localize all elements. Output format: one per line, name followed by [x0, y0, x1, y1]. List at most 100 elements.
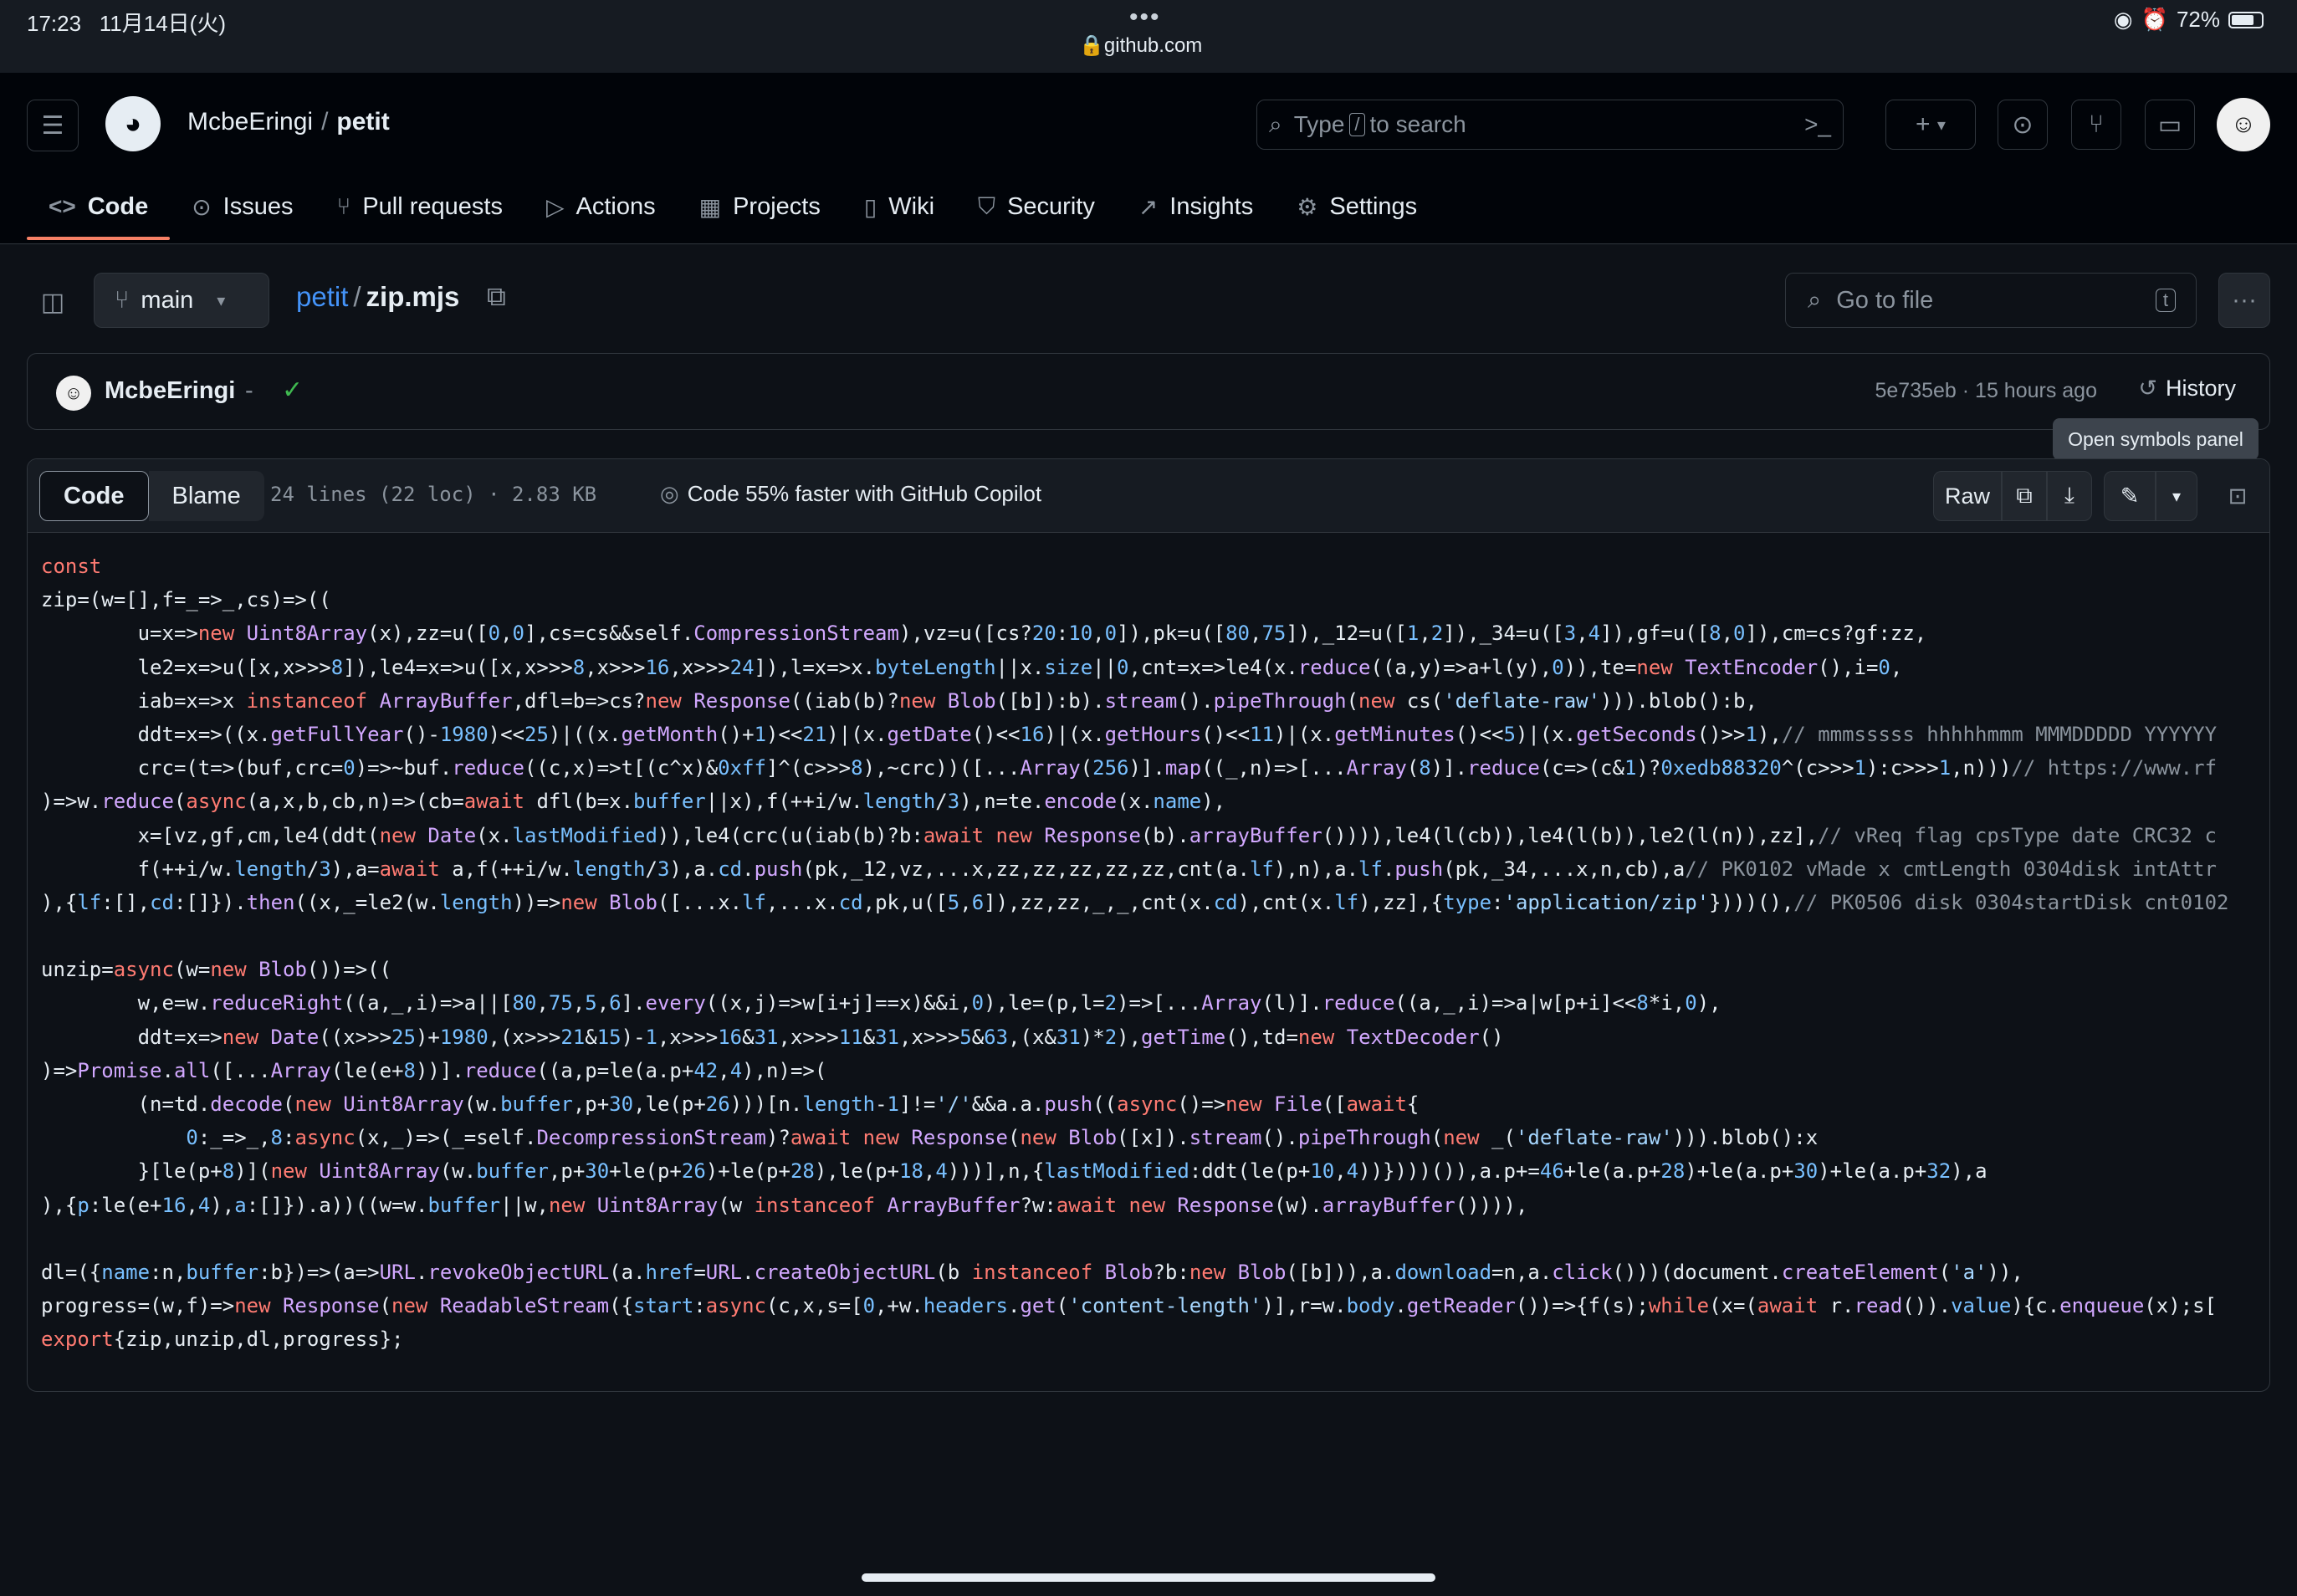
symbols-panel-button[interactable]: ⊡	[2214, 471, 2261, 521]
code-token: Date	[427, 823, 477, 847]
copilot-promo-link[interactable]: ◎ Code 55% faster with GitHub Copilot	[660, 481, 1041, 507]
tab-pull-requests[interactable]: ⑂ Pull requests	[315, 173, 524, 240]
history-icon: ↺	[2138, 376, 2157, 401]
issues-button[interactable]: ⊙	[1998, 100, 2048, 150]
code-token: )))],n,{	[947, 1159, 1045, 1184]
inbox-button[interactable]: ▭	[2145, 100, 2195, 150]
code-token: a	[234, 1193, 247, 1217]
tab-wiki[interactable]: ▯ Wiki	[842, 173, 956, 240]
code-token: 4	[935, 1159, 948, 1184]
code-token: ,	[1334, 1159, 1347, 1184]
raw-button[interactable]: Raw	[1933, 471, 2002, 521]
branch-selector[interactable]: ⑂ main ▾	[94, 273, 269, 328]
code-token: ,dfl=b=>cs?	[512, 688, 646, 713]
code-token: stream	[1104, 688, 1178, 713]
create-new-button[interactable]: + ▾	[1885, 100, 1976, 150]
repo-link[interactable]: petit	[336, 108, 389, 136]
commit-hash-time[interactable]: 5e735eb · 15 hours ago	[1875, 379, 2098, 403]
tab-security[interactable]: ⛉ Security	[956, 173, 1117, 240]
code-token: .	[1382, 857, 1395, 881]
code-token: 1	[754, 722, 767, 746]
code-token: 25	[391, 1025, 416, 1049]
code-token: body	[1346, 1294, 1395, 1318]
code-token: (w.	[463, 1092, 501, 1116]
code-token: ),	[210, 1193, 235, 1217]
code-token: // PK0102 vMade x cmtLength 0304disk int…	[1685, 857, 2217, 881]
global-search-input[interactable]: ⌕ Type / to search >_	[1256, 100, 1844, 150]
code-token: 10	[1310, 1159, 1335, 1184]
blame-view-button[interactable]: Blame	[148, 471, 264, 521]
code-token: ))].	[415, 1058, 464, 1082]
code-token: async	[1117, 1092, 1178, 1116]
hamburger-menu-button[interactable]: ☰	[27, 100, 79, 151]
commit-author-avatar[interactable]: ☺	[56, 376, 91, 411]
code-token: :ddt(le(p+	[1189, 1159, 1311, 1184]
tab-insights[interactable]: ↗ Insights	[1117, 173, 1275, 240]
code-token: getReader	[1406, 1294, 1516, 1318]
code-token: (l)].	[1261, 991, 1322, 1015]
check-icon[interactable]: ✓	[282, 376, 303, 405]
command-palette-icon[interactable]: >_	[1804, 111, 1831, 138]
expand-file-tree-button[interactable]: ◫	[27, 276, 79, 328]
code-token: 8	[1419, 756, 1431, 780]
code-token: ]),pk=u([	[1117, 622, 1226, 646]
owner-link[interactable]: McbeEringi	[187, 108, 313, 136]
copy-icon: ⧉	[2016, 483, 2033, 508]
code-line: dl=({name:n,buffer:b})=>(a=>URL.revokeOb…	[41, 1256, 2228, 1289]
code-token: ddt=x=>	[41, 1025, 223, 1049]
code-token: ),a	[1951, 1159, 1987, 1184]
code-token: )|(x.	[826, 722, 888, 746]
go-to-file-placeholder: Go to file	[1836, 286, 1934, 314]
tab-settings[interactable]: ⚙ Settings	[1275, 173, 1439, 240]
code-token: ),	[1201, 790, 1226, 814]
edit-file-button[interactable]: ✎	[2104, 471, 2156, 521]
browser-dots-icon[interactable]: •••	[1129, 3, 1161, 32]
code-token: :le(e+	[89, 1193, 162, 1217]
breadcrumb-repo-link[interactable]: petit	[296, 281, 348, 312]
tab-label: Pull requests	[362, 192, 503, 220]
address-bar[interactable]: 🔒github.com	[1079, 33, 1202, 58]
code-token: 0xff	[718, 756, 766, 780]
code-token: Uint8Array	[246, 622, 368, 646]
code-token: ),le(p+	[814, 1159, 900, 1184]
download-raw-button[interactable]: ⤓	[2047, 471, 2092, 521]
github-logo[interactable]: ◕	[105, 96, 161, 151]
code-token: click	[1552, 1260, 1613, 1284]
code-token: )),te=	[1563, 655, 1637, 679]
code-line: iab=x=>x instanceof ArrayBuffer,dfl=b=>c…	[41, 684, 2228, 718]
code-token: (	[1938, 1260, 1952, 1284]
code-token: (	[1430, 1126, 1444, 1150]
user-avatar[interactable]: ☺	[2217, 98, 2270, 151]
history-button[interactable]: ↺ History	[2138, 376, 2236, 402]
tab-code[interactable]: <> Code	[27, 173, 171, 240]
commit-author[interactable]: McbeEringi	[105, 377, 235, 405]
code-token: new	[1443, 1126, 1492, 1150]
code-token: ,p+	[572, 1092, 610, 1116]
copy-raw-button[interactable]: ⧉	[2002, 471, 2047, 521]
history-label: History	[2165, 376, 2236, 401]
pull-requests-button[interactable]: ⑂	[2071, 100, 2121, 150]
code-token: ]),cm=cs?gf:zz,	[1745, 622, 1927, 646]
code-token: Response	[1177, 1193, 1274, 1217]
code-token: p	[77, 1193, 90, 1217]
code-token: decode	[210, 1092, 283, 1116]
tab-actions[interactable]: ▷ Actions	[524, 173, 678, 240]
code-token: byteLength	[875, 655, 996, 679]
more-options-button[interactable]: ···	[2218, 273, 2270, 328]
code-line: ddt=x=>((x.getFullYear()-1980)<<25)|((x.…	[41, 718, 2228, 751]
code-token: ((c,x)=>t[(c^x)&	[524, 756, 719, 780]
code-token: URL	[379, 1260, 416, 1284]
code-view-button[interactable]: Code	[39, 471, 149, 521]
code-token: ())=>((	[306, 958, 392, 982]
tab-projects[interactable]: ▦ Projects	[678, 173, 842, 240]
code-token: )+le(a.p+	[1685, 1159, 1794, 1184]
tab-issues[interactable]: ⊙ Issues	[170, 173, 315, 240]
go-to-file-input[interactable]: ⌕ Go to file t	[1785, 273, 2197, 328]
copy-path-icon[interactable]: ⧉	[487, 281, 506, 313]
code-token: 0	[1685, 991, 1697, 1015]
code-token: (),i=	[1818, 655, 1879, 679]
code-token: get	[1020, 1294, 1056, 1318]
code-token: 5	[1503, 722, 1516, 746]
edit-options-button[interactable]: ▾	[2156, 471, 2197, 521]
